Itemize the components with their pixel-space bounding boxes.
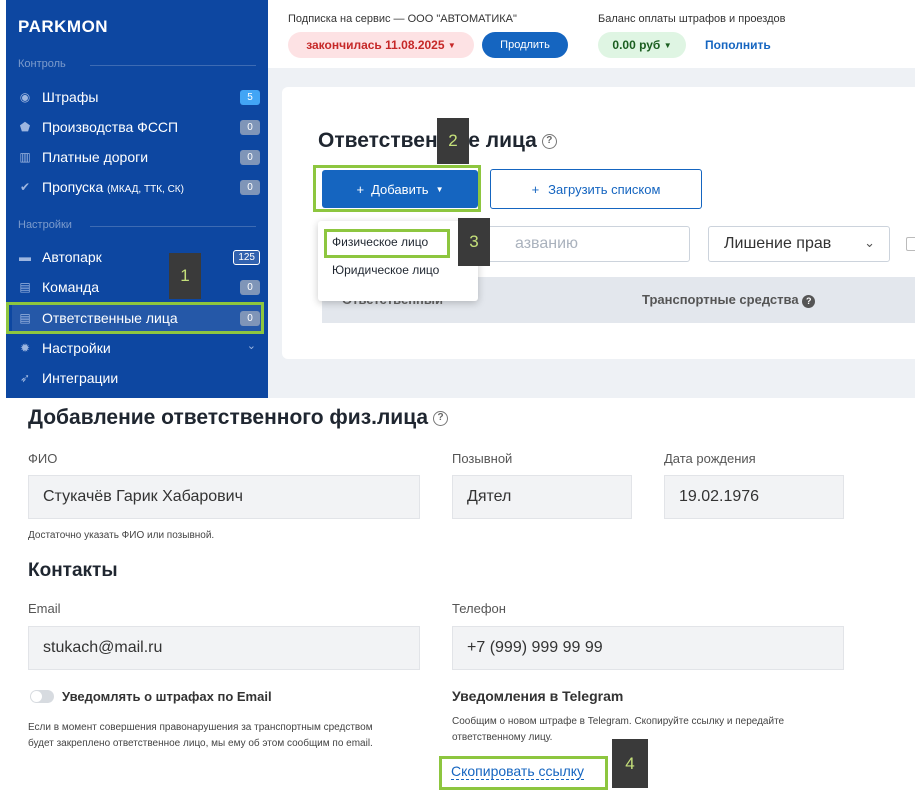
highlight-copy-link [439,756,608,790]
sidebar-item-label: Автопарк [42,249,102,265]
section-title-settings: Настройки [18,219,72,231]
sidebar-item-label: Штрафы [42,89,99,105]
highlight-individual-item [324,229,450,258]
sidebar-item-fleet[interactable]: ▬ Автопарк 125 [12,244,262,270]
topbar: Подписка на сервис — ООО "АВТОМАТИКА" за… [268,0,915,68]
sidebar-item-passes[interactable]: ✔ Пропуска (МКАД, ТТК, СК) 0 [12,174,262,200]
count-badge: 125 [233,250,260,265]
caret-down-icon: ▼ [447,40,456,50]
highlight-responsible-nav [6,302,264,334]
subscription-label: Подписка на сервис — ООО "АВТОМАТИКА" [288,13,517,25]
step-number-1: 1 [169,253,201,299]
page-title-text: Ответственные лица [318,129,537,152]
subscription-status-badge[interactable]: закончилась 11.08.2025 ▼ [288,32,474,58]
logo: PARKMON [18,17,109,36]
sidebar-item-toll-roads[interactable]: ▥ Платные дороги 0 [12,144,262,170]
email-notify-toggle[interactable] [30,690,54,703]
id-card-icon: ▤ [19,280,31,294]
chevron-down-icon: ⌄ [864,235,875,250]
email-notify-label: Уведомлять о штрафах по Email [62,689,272,704]
form-title: Добавление ответственного физ.лица? [28,406,449,430]
sidebar-item-label: Интеграции [42,370,119,386]
count-badge: 0 [240,280,260,295]
count-badge: 0 [240,120,260,135]
highlight-add-button [313,165,481,212]
subscription-status-text: закончилась 11.08.2025 [306,38,445,52]
search-placeholder: азванию [515,235,579,252]
step-number-3: 3 [458,218,490,266]
count-badge: 0 [240,180,260,195]
menu-item-legal-entity[interactable]: Юридическое лицо [332,263,439,277]
sidebar-item-integrations[interactable]: ➶ Интеграции [12,365,262,391]
sidebar-item-label: Производства ФССП [42,119,179,135]
app-screenshot: PARKMON Контроль ◉ Штрафы 5 ⬟ Производст… [6,0,915,398]
section-title-control: Контроль [18,58,66,70]
camera-icon: ◉ [19,90,31,104]
telegram-heading: Уведомления в Telegram [452,688,624,704]
rocket-icon: ➶ [19,371,31,385]
filter-select-value: Лишение прав [724,235,832,252]
form-title-text: Добавление ответственного физ.лица [28,406,429,429]
help-icon[interactable]: ? [541,133,557,149]
passes-sublabel: (МКАД, ТТК, СК) [107,184,184,195]
plus-icon: + [531,181,540,197]
renew-button[interactable]: Продлить [482,32,568,58]
phone-label: Телефон [452,601,506,616]
road-icon: ▥ [19,150,31,164]
email-note-line: Если в момент совершения правонарушения … [28,722,373,733]
topup-link[interactable]: Пополнить [705,38,771,52]
help-icon[interactable]: ? [802,295,816,308]
sidebar-item-fines[interactable]: ◉ Штрафы 5 [12,84,262,110]
contacts-heading: Контакты [28,560,118,581]
filter-select[interactable]: Лишение прав ⌄ [708,226,890,262]
passes-label: Пропуска [42,179,104,195]
check-shield-icon: ✔ [19,180,31,194]
sidebar-item-label: Команда [42,279,100,295]
balance-label: Баланс оплаты штрафов и проездов [598,13,786,25]
caret-down-icon: ▼ [663,40,672,50]
callsign-label: Позывной [452,451,513,466]
email-field[interactable]: stukach@mail.ru [28,626,420,670]
step-number-4: 4 [612,739,648,788]
gear-icon: ✹ [19,341,31,355]
car-icon: ▬ [19,250,31,264]
divider [90,226,256,227]
upload-list-button[interactable]: + Загрузить списком [490,169,702,209]
phone-field[interactable]: +7 (999) 999 99 99 [452,626,844,670]
shield-icon: ⬟ [19,120,31,134]
column-header-vehicles-text: Транспортные средства [642,292,799,307]
step-number-2: 2 [437,118,469,164]
help-icon[interactable]: ? [433,410,449,426]
balance-value: 0.00 руб [612,38,661,52]
fio-label: ФИО [28,451,58,466]
balance-badge[interactable]: 0.00 руб ▼ [598,32,686,58]
email-note-line: будет закреплено ответственное лицо, мы … [28,738,373,749]
fio-field[interactable]: Стукачёв Гарик Хабарович [28,475,420,519]
tutorial-screenshot: PARKMON Контроль ◉ Штрафы 5 ⬟ Производст… [0,0,915,799]
birthdate-label: Дата рождения [664,451,756,466]
fio-hint: Достаточно указать ФИО или позывной. [28,530,215,541]
birthdate-field[interactable]: 19.02.1976 [664,475,844,519]
sidebar-item-team[interactable]: ▤ Команда 0 [12,274,262,300]
sidebar-item-label: Платные дороги [42,149,149,165]
sidebar-item-settings[interactable]: ✹ Настройки ⌄ [12,335,262,361]
column-header-vehicles: Транспортные средства ? [642,292,816,308]
count-badge: 5 [240,90,260,105]
divider [90,65,256,66]
upload-list-label: Загрузить списком [548,181,661,197]
email-label: Email [28,601,61,616]
sidebar-item-label: Настройки [42,340,111,356]
chevron-down-icon: ⌄ [246,340,256,352]
sidebar-item-fssp[interactable]: ⬟ Производства ФССП 0 [12,114,262,140]
telegram-note-line: Сообщим о новом штрафе в Telegram. Скопи… [452,716,785,727]
email-note: Если в момент совершения правонарушения … [28,720,373,752]
checkbox[interactable] [906,237,915,251]
count-badge: 0 [240,150,260,165]
sidebar-item-label: Пропуска (МКАД, ТТК, СК) [42,179,184,195]
sidebar: PARKMON Контроль ◉ Штрафы 5 ⬟ Производст… [6,0,268,398]
callsign-field[interactable]: Дятел [452,475,632,519]
